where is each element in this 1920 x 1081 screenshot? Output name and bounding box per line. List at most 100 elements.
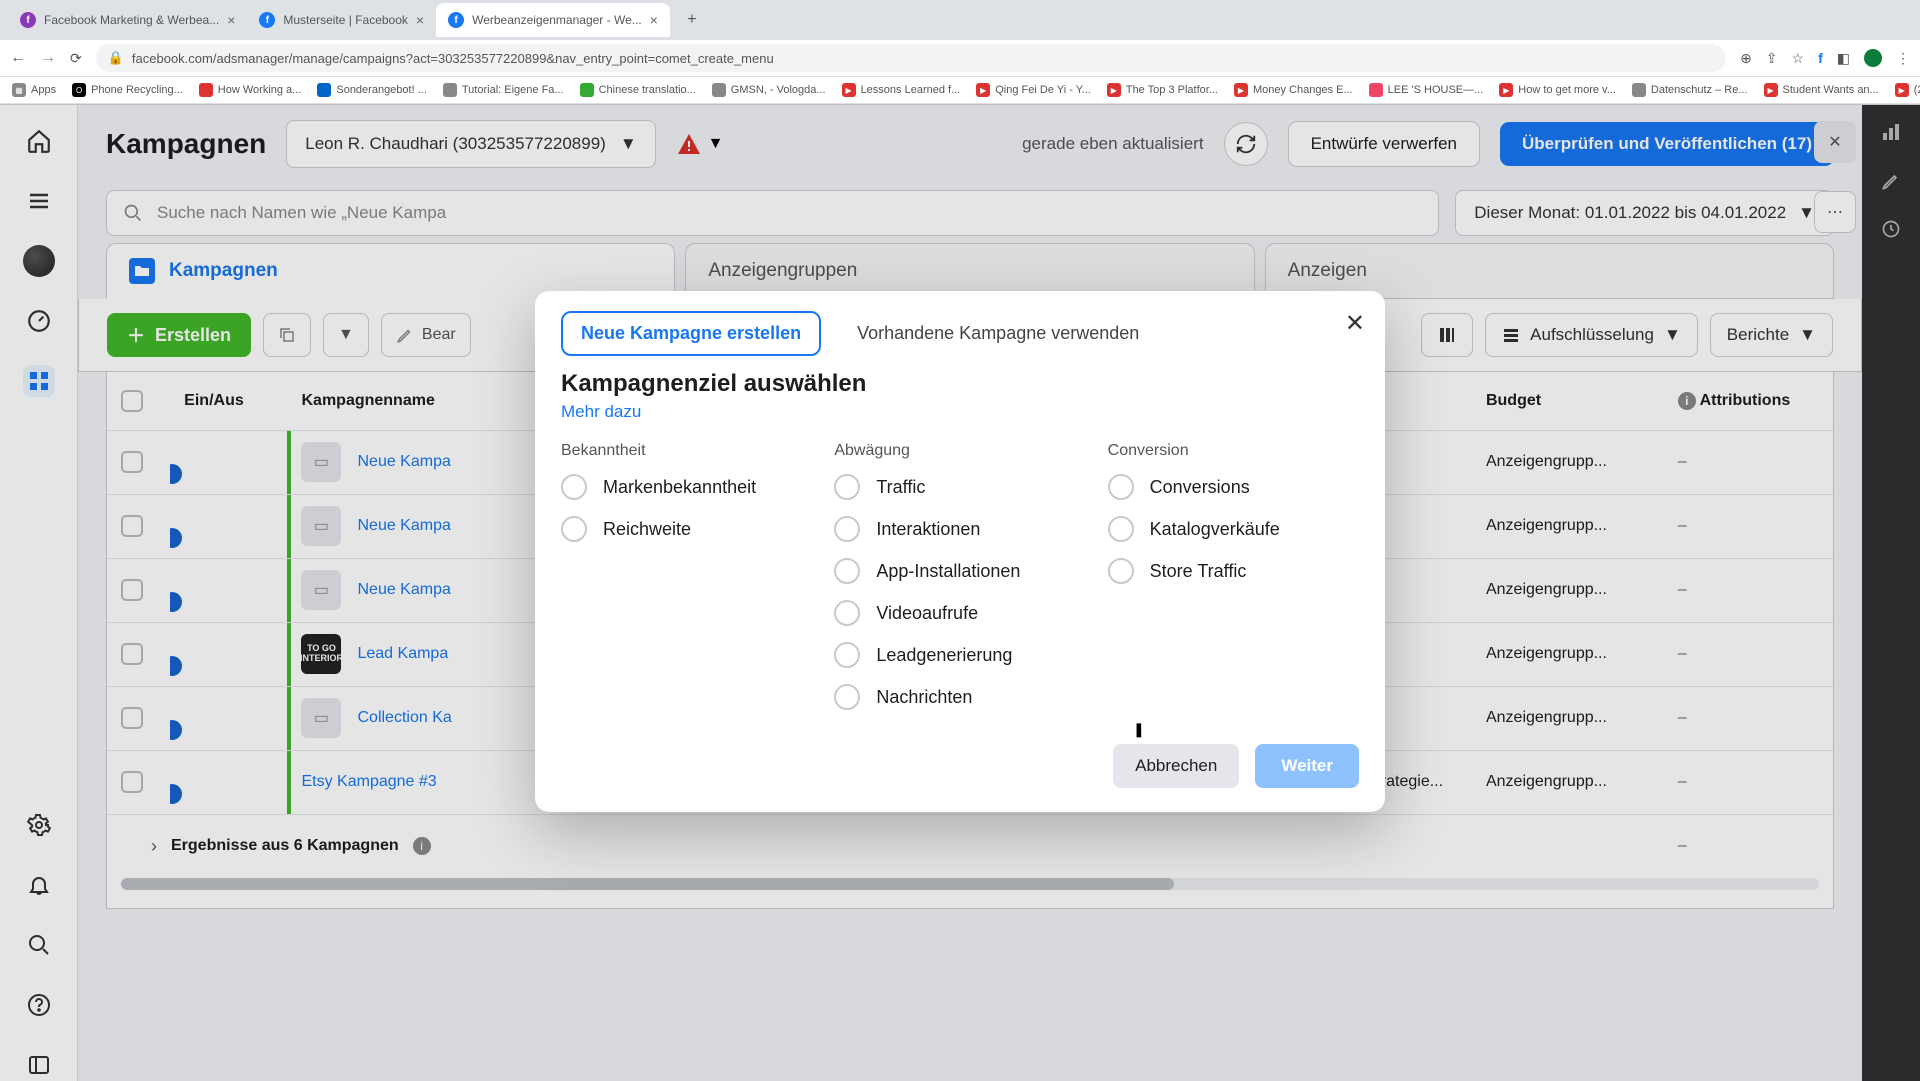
- bookmark-item[interactable]: ▶Student Wants an...: [1764, 83, 1879, 97]
- app-container: Kampagnen Leon R. Chaudhari (30325357722…: [0, 105, 1920, 1081]
- browser-tab-1[interactable]: f Facebook Marketing & Werbea... ×: [8, 3, 247, 37]
- create-campaign-modal: Neue Kampagne erstellen Vorhandene Kampa…: [535, 291, 1385, 812]
- goal-col-awareness: Bekanntheit Markenbekanntheit Reichweite: [561, 442, 812, 726]
- favicon-icon: f: [259, 12, 275, 28]
- goal-option[interactable]: Conversions: [1108, 474, 1359, 500]
- close-icon[interactable]: ×: [416, 12, 424, 28]
- bookmark-icon: [580, 83, 594, 97]
- bookmark-item[interactable]: ▶The Top 3 Platfor...: [1107, 83, 1218, 97]
- learn-more-link[interactable]: Mehr dazu: [561, 402, 1359, 422]
- radio-icon: [834, 600, 860, 626]
- tab-title: Werbeanzeigenmanager - We...: [472, 13, 642, 27]
- modal-overlay: Neue Kampagne erstellen Vorhandene Kampa…: [0, 105, 1920, 1081]
- bookmark-item[interactable]: ▶Money Changes E...: [1234, 83, 1353, 97]
- profile-icon[interactable]: [1864, 49, 1882, 67]
- bookmark-item[interactable]: LEE 'S HOUSE—...: [1369, 83, 1484, 97]
- goal-option[interactable]: Markenbekanntheit: [561, 474, 812, 500]
- goal-option[interactable]: App-Installationen: [834, 558, 1085, 584]
- kebab-icon[interactable]: ⋮: [1896, 50, 1910, 67]
- ext-fb-icon[interactable]: f: [1818, 50, 1823, 66]
- airbnb-icon: [1369, 83, 1383, 97]
- goal-label: Conversions: [1150, 477, 1250, 498]
- bookmark-item[interactable]: ▶How to get more v...: [1499, 83, 1616, 97]
- browser-chrome: f Facebook Marketing & Werbea... × f Mus…: [0, 0, 1920, 105]
- tab-strip: f Facebook Marketing & Werbea... × f Mus…: [0, 0, 1920, 40]
- bookmark-item[interactable]: Datenschutz – Re...: [1632, 83, 1748, 97]
- modal-title: Kampagnenziel auswählen: [561, 370, 1359, 398]
- favicon-icon: f: [20, 12, 36, 28]
- address-bar: ← → ⟳ 🔒 facebook.com/adsmanager/manage/c…: [0, 40, 1920, 76]
- bookmark-icon: [1632, 83, 1646, 97]
- goal-label: Leadgenerierung: [876, 645, 1012, 666]
- goal-label: Interaktionen: [876, 519, 980, 540]
- modal-tab-existing[interactable]: Vorhandene Kampagne verwenden: [839, 313, 1157, 354]
- yt-icon: ▶: [1764, 83, 1778, 97]
- goal-col-consideration: Abwägung Traffic Interaktionen App-Install…: [834, 442, 1085, 726]
- share-icon[interactable]: ⇪: [1766, 50, 1778, 67]
- forward-icon[interactable]: →: [40, 49, 56, 67]
- close-icon[interactable]: ×: [227, 12, 235, 28]
- bookmark-item[interactable]: ▶Lessons Learned f...: [842, 83, 961, 97]
- chrome-action-icons: ⊕ ⇪ ☆ f ◧ ⋮: [1740, 49, 1910, 67]
- goal-option[interactable]: Reichweite: [561, 516, 812, 542]
- bookmark-item[interactable]: ▶(2) How To Add A...: [1895, 83, 1920, 97]
- favicon-icon: f: [448, 12, 464, 28]
- radio-icon: [1108, 558, 1134, 584]
- radio-icon: [561, 474, 587, 500]
- goal-option[interactable]: Traffic: [834, 474, 1085, 500]
- close-icon[interactable]: ✕: [1345, 309, 1365, 338]
- zoom-icon[interactable]: ⊕: [1740, 50, 1752, 67]
- goal-col-title: Abwägung: [834, 442, 1085, 460]
- radio-icon: [834, 474, 860, 500]
- modal-tab-new[interactable]: Neue Kampagne erstellen: [561, 311, 821, 356]
- url-input[interactable]: 🔒 facebook.com/adsmanager/manage/campaig…: [96, 44, 1726, 72]
- goal-col-title: Bekanntheit: [561, 442, 812, 460]
- bookmark-icon: [199, 83, 213, 97]
- goal-label: Videoaufrufe: [876, 603, 978, 624]
- radio-icon: [1108, 474, 1134, 500]
- url-text: facebook.com/adsmanager/manage/campaigns…: [132, 51, 774, 66]
- bookmark-item[interactable]: Chinese translatio...: [580, 83, 696, 97]
- browser-tab-2[interactable]: f Musterseite | Facebook ×: [247, 3, 436, 37]
- goal-option[interactable]: Store Traffic: [1108, 558, 1359, 584]
- tab-title: Musterseite | Facebook: [283, 13, 408, 27]
- yt-icon: ▶: [976, 83, 990, 97]
- goal-option[interactable]: Nachrichten: [834, 684, 1085, 710]
- bookmark-item[interactable]: GMSN, - Vologda...: [712, 83, 826, 97]
- goal-label: Markenbekanntheit: [603, 477, 756, 498]
- goal-option[interactable]: Leadgenerierung: [834, 642, 1085, 668]
- goal-col-conversion: Conversion Conversions Katalogverkäufe Sto…: [1108, 442, 1359, 726]
- next-button[interactable]: Weiter: [1255, 744, 1359, 788]
- goal-option[interactable]: Videoaufrufe: [834, 600, 1085, 626]
- yt-icon: ▶: [1107, 83, 1121, 97]
- goal-label: Nachrichten: [876, 687, 972, 708]
- bookmark-item[interactable]: Tutorial: Eigene Fa...: [443, 83, 564, 97]
- modal-tabs: Neue Kampagne erstellen Vorhandene Kampa…: [561, 311, 1359, 356]
- close-icon[interactable]: ×: [650, 12, 658, 28]
- radio-icon: [834, 516, 860, 542]
- reload-icon[interactable]: ⟳: [70, 50, 82, 67]
- apps-button[interactable]: ▦Apps: [12, 83, 56, 97]
- star-icon[interactable]: ☆: [1792, 50, 1805, 67]
- bookmark-item[interactable]: How Working a...: [199, 83, 302, 97]
- bookmark-item[interactable]: Sonderangebot! ...: [317, 83, 427, 97]
- lock-icon: 🔒: [108, 50, 124, 66]
- bookmark-item[interactable]: OPhone Recycling...: [72, 83, 183, 97]
- radio-icon: [834, 642, 860, 668]
- bookmark-item[interactable]: ▶Qing Fei De Yi - Y...: [976, 83, 1091, 97]
- goal-option[interactable]: Interaktionen: [834, 516, 1085, 542]
- bookmarks-bar: ▦Apps OPhone Recycling... How Working a.…: [0, 76, 1920, 104]
- browser-tab-3[interactable]: f Werbeanzeigenmanager - We... ×: [436, 3, 670, 37]
- cancel-button[interactable]: Abbrechen: [1113, 744, 1239, 788]
- goal-option[interactable]: Katalogverkäufe: [1108, 516, 1359, 542]
- back-icon[interactable]: ←: [10, 49, 26, 67]
- new-tab-button[interactable]: +: [678, 6, 706, 34]
- goal-label: Store Traffic: [1150, 561, 1247, 582]
- ext-icon[interactable]: ◧: [1837, 50, 1850, 67]
- radio-icon: [834, 684, 860, 710]
- radio-icon: [561, 516, 587, 542]
- goal-label: Katalogverkäufe: [1150, 519, 1280, 540]
- yt-icon: ▶: [1234, 83, 1248, 97]
- grid-icon: ▦: [12, 83, 26, 97]
- goal-col-title: Conversion: [1108, 442, 1359, 460]
